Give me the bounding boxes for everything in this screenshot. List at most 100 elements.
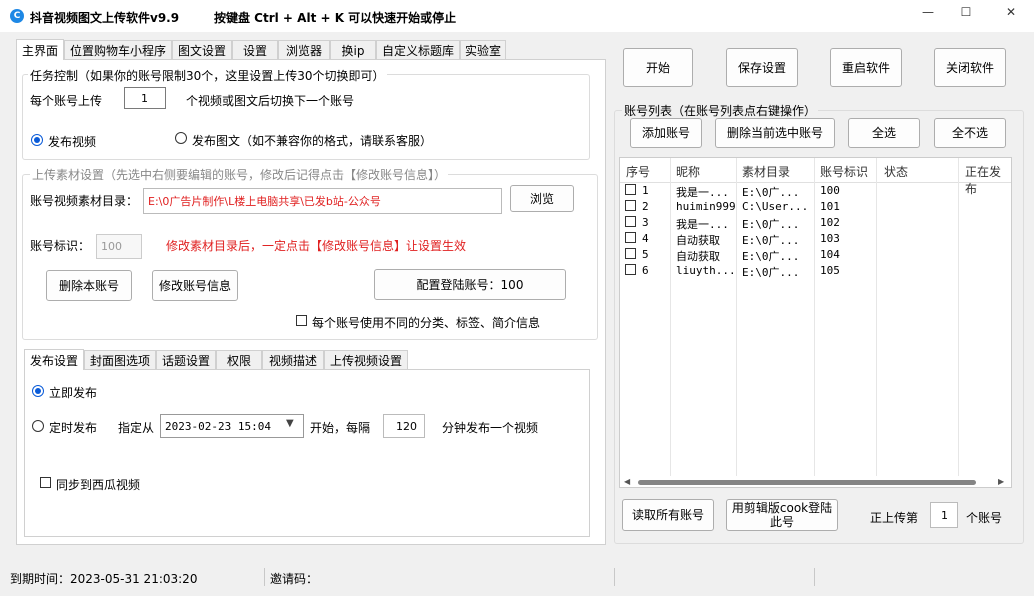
row-index: 4 <box>642 232 649 245</box>
col-index[interactable]: 序号 <box>626 163 650 180</box>
delete-selected-button[interactable]: 删除当前选中账号 <box>715 118 835 148</box>
chevron-down-icon[interactable]: ▼ <box>286 418 294 429</box>
sync-xigua-checkbox[interactable] <box>40 477 51 488</box>
tab-location-cart[interactable]: 位置购物车小程序 <box>64 40 172 59</box>
row-account-id: 101 <box>820 200 840 213</box>
col-material-dir[interactable]: 素材目录 <box>742 163 790 180</box>
row-checkbox[interactable] <box>625 200 636 211</box>
material-dir-input[interactable]: E:\0广告片制作\L楼上电脑共享\已发b站-公众号 <box>143 188 502 214</box>
task-control-title: 任务控制（如果你的账号限制30个，这里设置上传30个切换即可） <box>28 67 387 84</box>
tab-cover-options[interactable]: 封面图选项 <box>84 350 156 369</box>
publish-scheduled-label[interactable]: 定时发布 <box>49 419 97 436</box>
tab-change-ip[interactable]: 换ip <box>330 40 376 59</box>
table-row[interactable]: 4 自动获取 E:\0广... 103 <box>620 230 1011 247</box>
start-every-label: 开始，每隔 <box>310 421 371 435</box>
account-grid[interactable]: 序号 昵称 素材目录 账号标识 状态 正在发布 1 我是一... E:\0广..… <box>619 157 1012 488</box>
tab-main[interactable]: 主界面 <box>16 39 64 60</box>
row-nickname: liuyth... <box>676 264 736 277</box>
datetime-picker[interactable]: 2023-02-23 15:04 <box>160 414 304 438</box>
publish-video-radio[interactable] <box>31 134 43 146</box>
read-all-accounts-button[interactable]: 读取所有账号 <box>622 499 714 531</box>
invite-code-label: 邀请码： <box>270 572 319 586</box>
cookie-login-button[interactable]: 用剪辑版cook登陆此号 <box>726 499 838 531</box>
scrollbar-thumb[interactable] <box>638 480 976 485</box>
interval-input[interactable]: 120 <box>383 414 425 438</box>
tab-image-settings[interactable]: 图文设置 <box>172 40 232 59</box>
uploading-index-input[interactable]: 1 <box>930 502 958 528</box>
col-nickname[interactable]: 昵称 <box>676 163 700 180</box>
expiry-text: 到期时间：2023-05-31 21:03:20 <box>10 572 198 586</box>
table-row[interactable]: 3 我是一... E:\0广... 102 <box>620 214 1011 231</box>
restart-button[interactable]: 重启软件 <box>830 48 902 87</box>
publish-now-radio[interactable] <box>32 385 44 397</box>
row-checkbox[interactable] <box>625 232 636 243</box>
per-account-input[interactable]: 1 <box>124 87 166 109</box>
publish-image-radio[interactable] <box>175 132 187 144</box>
publish-video-label[interactable]: 发布视频 <box>48 133 96 150</box>
config-login-button[interactable]: 配置登陆账号：100 <box>374 269 566 300</box>
save-settings-button[interactable]: 保存设置 <box>726 48 798 87</box>
row-material-dir: C:\User... <box>742 200 809 213</box>
select-all-button[interactable]: 全选 <box>848 118 920 148</box>
maximize-button[interactable]: ☐ <box>956 5 976 19</box>
hotkey-hint: 按键盘 Ctrl + Alt + K 可以快速开始或停止 <box>214 11 457 25</box>
row-account-id: 100 <box>820 184 840 197</box>
scroll-left-icon[interactable]: ◀ <box>624 477 630 486</box>
tab-video-description[interactable]: 视频描述 <box>262 350 324 369</box>
tab-publish-settings[interactable]: 发布设置 <box>24 349 84 370</box>
publish-now-label[interactable]: 立即发布 <box>49 384 97 401</box>
tab-topic-settings[interactable]: 话题设置 <box>156 350 216 369</box>
modify-account-button[interactable]: 修改账号信息 <box>152 270 238 301</box>
sync-xigua-label[interactable]: 同步到西瓜视频 <box>56 476 140 493</box>
row-nickname: huimin999 <box>676 200 736 213</box>
row-checkbox[interactable] <box>625 248 636 259</box>
tab-custom-titles[interactable]: 自定义标题库 <box>376 40 460 59</box>
account-id-input[interactable]: 100 <box>96 234 142 259</box>
col-status[interactable]: 状态 <box>884 163 908 180</box>
row-checkbox[interactable] <box>625 184 636 195</box>
material-dir-label: 账号视频素材目录： <box>30 194 139 208</box>
row-account-id: 104 <box>820 248 840 261</box>
row-checkbox[interactable] <box>625 216 636 227</box>
select-none-button[interactable]: 全不选 <box>934 118 1006 148</box>
datetime-value: 2023-02-23 15:04 <box>165 419 271 433</box>
diff-info-label[interactable]: 每个账号使用不同的分类、标签、简介信息 <box>312 314 540 331</box>
close-window-button[interactable]: ✕ <box>1001 5 1021 19</box>
scroll-right-icon[interactable]: ▶ <box>998 477 1004 486</box>
row-checkbox[interactable] <box>625 264 636 275</box>
material-warning: 修改素材目录后，一定点击【修改账号信息】让设置生效 <box>166 239 467 253</box>
horizontal-scrollbar[interactable]: ◀ ▶ <box>620 476 1011 487</box>
interval-suffix: 分钟发布一个视频 <box>442 421 539 435</box>
account-list-title: 账号列表（在账号列表点右键操作） <box>622 102 819 119</box>
material-settings-title: 上传素材设置（先选中右侧要编辑的账号，修改后记得点击【修改账号信息】） <box>30 166 449 183</box>
row-account-id: 105 <box>820 264 840 277</box>
uploading-suffix: 个账号 <box>966 511 1003 525</box>
publish-scheduled-radio[interactable] <box>32 420 44 432</box>
delete-account-button[interactable]: 删除本账号 <box>46 270 132 301</box>
table-row[interactable]: 6 liuyth... E:\0广... 105 <box>620 262 1011 279</box>
tab-upload-video-settings[interactable]: 上传视频设置 <box>324 350 408 369</box>
browse-button[interactable]: 浏览 <box>510 185 574 212</box>
table-row[interactable]: 5 自动获取 E:\0广... 104 <box>620 246 1011 263</box>
publish-image-label[interactable]: 发布图文（如不兼容你的格式，请联系客服） <box>192 132 432 149</box>
table-row[interactable]: 2 huimin999 C:\User... 101 <box>620 198 1011 214</box>
row-index: 1 <box>642 184 649 197</box>
tab-browser[interactable]: 浏览器 <box>278 40 330 59</box>
minimize-button[interactable]: — <box>918 5 938 19</box>
row-material-dir: E:\0广... <box>742 266 800 279</box>
row-index: 5 <box>642 248 649 261</box>
tab-permissions[interactable]: 权限 <box>216 350 262 369</box>
row-account-id: 103 <box>820 232 840 245</box>
per-account-suffix: 个视频或图文后切换下一个账号 <box>186 94 355 108</box>
row-account-id: 102 <box>820 216 840 229</box>
table-row[interactable]: 1 我是一... E:\0广... 100 <box>620 182 1011 199</box>
add-account-button[interactable]: 添加账号 <box>630 118 702 148</box>
diff-info-checkbox[interactable] <box>296 315 307 326</box>
tab-lab[interactable]: 实验室 <box>460 40 506 59</box>
uploading-label: 正上传第 <box>870 511 919 525</box>
close-app-button[interactable]: 关闭软件 <box>934 48 1006 87</box>
tab-settings[interactable]: 设置 <box>232 40 278 59</box>
start-button[interactable]: 开始 <box>623 48 693 87</box>
col-account-id[interactable]: 账号标识 <box>820 163 868 180</box>
app-title: 抖音视频图文上传软件v9.9 <box>30 11 180 25</box>
